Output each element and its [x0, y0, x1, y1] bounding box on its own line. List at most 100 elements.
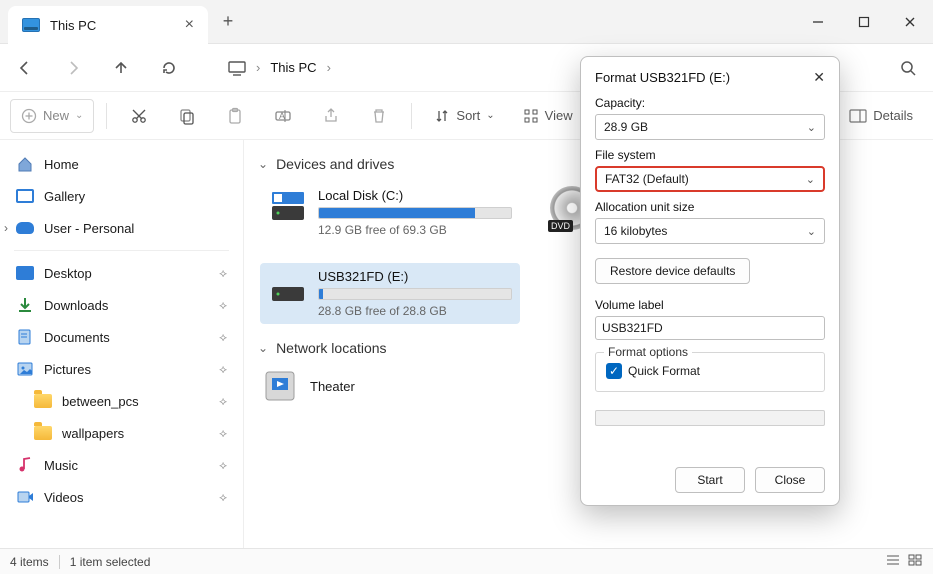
- allocation-value: 16 kilobytes: [604, 224, 667, 238]
- filesystem-select[interactable]: FAT32 (Default) ⌄: [595, 166, 825, 192]
- capacity-bar: [318, 207, 512, 219]
- breadcrumb-this-pc[interactable]: This PC: [270, 60, 316, 75]
- chevron-down-icon: ⌄: [807, 225, 816, 238]
- chevron-down-icon: ⌄: [75, 110, 83, 121]
- sidebar-item-between-pcs[interactable]: between_pcs ⟡: [0, 385, 243, 417]
- sort-icon: [434, 108, 450, 124]
- details-pane-icon: [849, 109, 867, 123]
- group-label: Devices and drives: [276, 156, 394, 172]
- drive-icon: [268, 269, 308, 309]
- label: Close: [775, 473, 806, 487]
- new-button[interactable]: New ⌄: [10, 99, 94, 133]
- group-label: Network locations: [276, 340, 387, 356]
- navigation-pane: Home Gallery › User - Personal Desktop ⟡…: [0, 140, 244, 548]
- window-controls: [795, 0, 933, 43]
- pin-icon[interactable]: ⟡: [219, 330, 227, 345]
- drive-local-c[interactable]: Local Disk (C:) 12.9 GB free of 69.3 GB: [260, 182, 520, 243]
- minimize-button[interactable]: [795, 0, 841, 43]
- tab-close-button[interactable]: ×: [185, 17, 194, 33]
- separator: [14, 250, 229, 251]
- sidebar-item-music[interactable]: Music ⟡: [0, 449, 243, 481]
- drive-name: USB321FD (E:): [318, 269, 512, 284]
- pin-icon[interactable]: ⟡: [219, 394, 227, 409]
- tab-this-pc[interactable]: This PC ×: [8, 6, 208, 44]
- drive-usb-e[interactable]: USB321FD (E:) 28.8 GB free of 28.8 GB: [260, 263, 520, 324]
- tab-title: This PC: [50, 18, 96, 33]
- capacity-value: 28.9 GB: [604, 120, 648, 134]
- documents-icon: [16, 328, 34, 346]
- pin-icon[interactable]: ⟡: [219, 362, 227, 377]
- label: between_pcs: [62, 394, 139, 409]
- pin-icon[interactable]: ⟡: [219, 266, 227, 281]
- sort-label: Sort: [456, 108, 480, 123]
- back-button[interactable]: [8, 51, 42, 85]
- capacity-select[interactable]: 28.9 GB ⌄: [595, 114, 825, 140]
- drive-free-text: 28.8 GB free of 28.8 GB: [318, 304, 512, 318]
- share-icon: [322, 107, 340, 125]
- breadcrumb[interactable]: › This PC ›: [228, 60, 331, 76]
- chevron-down-icon: ⌄: [807, 121, 816, 134]
- format-progress-bar: [595, 410, 825, 426]
- separator: [59, 555, 60, 569]
- up-button[interactable]: [104, 51, 138, 85]
- pin-icon[interactable]: ⟡: [219, 298, 227, 313]
- allocation-select[interactable]: 16 kilobytes ⌄: [595, 218, 825, 244]
- pin-icon[interactable]: ⟡: [219, 490, 227, 505]
- label: wallpapers: [62, 426, 124, 441]
- sidebar-item-downloads[interactable]: Downloads ⟡: [0, 289, 243, 321]
- sidebar-item-documents[interactable]: Documents ⟡: [0, 321, 243, 353]
- label: Gallery: [44, 189, 85, 204]
- monitor-icon: [228, 60, 246, 76]
- details-pane-button[interactable]: Details: [839, 99, 923, 133]
- sidebar-item-wallpapers[interactable]: wallpapers ⟡: [0, 417, 243, 449]
- volume-label-input[interactable]: USB321FD: [595, 316, 825, 340]
- maximize-button[interactable]: [841, 0, 887, 43]
- desktop-icon: [16, 266, 34, 280]
- forward-button[interactable]: [56, 51, 90, 85]
- dialog-close-button[interactable]: ✕: [813, 69, 825, 86]
- refresh-button[interactable]: [152, 51, 186, 85]
- capacity-bar: [318, 288, 512, 300]
- titlebar: This PC × +: [0, 0, 933, 44]
- chevron-right-icon: ›: [327, 60, 331, 75]
- chevron-right-icon[interactable]: ›: [4, 221, 8, 235]
- folder-icon: [34, 394, 52, 408]
- cut-button[interactable]: [119, 99, 159, 133]
- sidebar-item-videos[interactable]: Videos ⟡: [0, 481, 243, 513]
- close-button[interactable]: [887, 0, 933, 43]
- pictures-icon: [16, 360, 34, 378]
- rename-icon: A: [274, 107, 292, 125]
- separator: [106, 103, 107, 129]
- sort-button[interactable]: Sort ⌄: [424, 99, 504, 133]
- label: Music: [44, 458, 78, 473]
- share-button[interactable]: [311, 99, 351, 133]
- downloads-icon: [16, 296, 34, 314]
- videos-icon: [16, 488, 34, 506]
- sidebar-item-pictures[interactable]: Pictures ⟡: [0, 353, 243, 385]
- view-details-toggle[interactable]: [885, 553, 901, 570]
- rename-button[interactable]: A: [263, 99, 303, 133]
- filesystem-value: FAT32 (Default): [605, 172, 689, 186]
- search-icon[interactable]: [891, 51, 925, 85]
- paste-button[interactable]: [215, 99, 255, 133]
- sidebar-item-desktop[interactable]: Desktop ⟡: [0, 257, 243, 289]
- pin-icon[interactable]: ⟡: [219, 426, 227, 441]
- format-options-group: Format options ✓ Quick Format: [595, 352, 825, 392]
- sidebar-item-gallery[interactable]: Gallery: [0, 180, 243, 212]
- copy-button[interactable]: [167, 99, 207, 133]
- volume-label-value: USB321FD: [602, 321, 663, 335]
- close-dialog-button[interactable]: Close: [755, 467, 825, 493]
- sidebar-item-onedrive[interactable]: › User - Personal: [0, 212, 243, 244]
- status-bar: 4 items 1 item selected: [0, 548, 933, 574]
- checkbox-checked-icon: ✓: [606, 363, 622, 379]
- allocation-label: Allocation unit size: [595, 200, 825, 214]
- sidebar-item-home[interactable]: Home: [0, 148, 243, 180]
- plus-icon: +: [223, 11, 234, 32]
- new-tab-button[interactable]: +: [208, 0, 248, 43]
- pin-icon[interactable]: ⟡: [219, 458, 227, 473]
- start-button[interactable]: Start: [675, 467, 745, 493]
- restore-defaults-button[interactable]: Restore device defaults: [595, 258, 750, 284]
- delete-button[interactable]: [359, 99, 399, 133]
- quick-format-checkbox[interactable]: ✓ Quick Format: [606, 363, 814, 379]
- view-large-toggle[interactable]: [907, 553, 923, 570]
